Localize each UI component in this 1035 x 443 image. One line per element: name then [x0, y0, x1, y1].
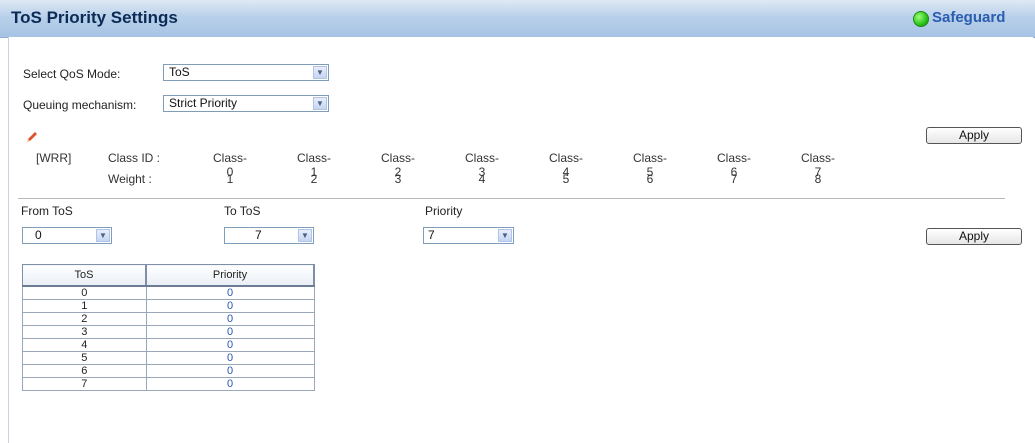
weight-value: 4: [478, 172, 486, 186]
page-title: ToS Priority Settings: [11, 8, 178, 27]
table-row: 20: [22, 312, 315, 326]
tos-apply-button[interactable]: Apply: [926, 228, 1022, 245]
chevron-down-icon: ▼: [498, 229, 512, 242]
table-row: 70: [22, 377, 315, 391]
tos-cell: 7: [22, 377, 147, 391]
column-header-tos: ToS: [22, 264, 147, 287]
to-tos-select[interactable]: 7 ▼: [224, 227, 314, 244]
from-tos-select[interactable]: 0 ▼: [22, 227, 112, 244]
column-header-priority: Priority: [145, 264, 315, 287]
priority-cell: 0: [145, 364, 315, 378]
priority-cell: 0: [145, 377, 315, 391]
chevron-down-icon: ▼: [96, 229, 110, 242]
queuing-mechanism-select[interactable]: Strict Priority ▼: [163, 95, 329, 112]
weight-value: 7: [730, 172, 738, 186]
table-row: 30: [22, 325, 315, 339]
table-header-row: ToS Priority: [22, 264, 315, 287]
tos-cell: 6: [22, 364, 147, 378]
weight-value: 6: [646, 172, 654, 186]
tos-cell: 4: [22, 338, 147, 352]
wrr-tag: [WRR]: [36, 151, 72, 165]
weight-value: 3: [394, 172, 402, 186]
section-divider: [18, 198, 1005, 199]
table-row: 10: [22, 299, 315, 313]
chevron-down-icon: ▼: [298, 229, 312, 242]
qos-apply-button[interactable]: Apply: [926, 127, 1022, 144]
weight-label: Weight :: [108, 172, 152, 186]
to-tos-label: To ToS: [224, 204, 261, 218]
tos-cell: 2: [22, 312, 147, 326]
table-row: 00: [22, 285, 315, 300]
from-tos-label: From ToS: [21, 204, 73, 218]
qos-mode-label: Select QoS Mode:: [23, 67, 121, 81]
weight-value: 2: [310, 172, 318, 186]
title-bar: ToS Priority Settings Safeguard: [0, 0, 1035, 38]
queuing-mechanism-value: Strict Priority: [169, 96, 238, 110]
queuing-mechanism-label: Queuing mechanism:: [23, 98, 137, 112]
tos-cell: 0: [22, 285, 147, 300]
priority-cell: 0: [145, 325, 315, 339]
from-tos-value: 0: [35, 228, 42, 242]
weight-value: 5: [562, 172, 570, 186]
priority-label: Priority: [425, 204, 463, 218]
weight-value: 8: [814, 172, 822, 186]
chevron-down-icon: ▼: [313, 97, 327, 110]
safeguard-label: Safeguard: [932, 9, 1006, 26]
tos-cell: 3: [22, 325, 147, 339]
weight-value: 1: [226, 172, 234, 186]
tos-cell: 1: [22, 299, 147, 313]
pencil-icon: [27, 132, 37, 142]
priority-cell: 0: [145, 285, 315, 300]
safeguard-status-icon: [913, 11, 929, 27]
qos-mode-select[interactable]: ToS ▼: [163, 64, 329, 81]
chevron-down-icon: ▼: [313, 66, 327, 79]
priority-value: 7: [428, 228, 435, 242]
table-row: 50: [22, 351, 315, 365]
priority-select[interactable]: 7 ▼: [423, 227, 514, 244]
priority-cell: 0: [145, 351, 315, 365]
class-id-label: Class ID :: [108, 151, 161, 165]
tos-cell: 5: [22, 351, 147, 365]
priority-cell: 0: [145, 299, 315, 313]
priority-cell: 0: [145, 312, 315, 326]
to-tos-value: 7: [255, 228, 262, 242]
table-row: 60: [22, 364, 315, 378]
priority-cell: 0: [145, 338, 315, 352]
qos-mode-value: ToS: [169, 65, 190, 79]
table-row: 40: [22, 338, 315, 352]
tos-priority-table: ToS Priority 00 10 20 30 40 50 60 70: [22, 264, 315, 391]
